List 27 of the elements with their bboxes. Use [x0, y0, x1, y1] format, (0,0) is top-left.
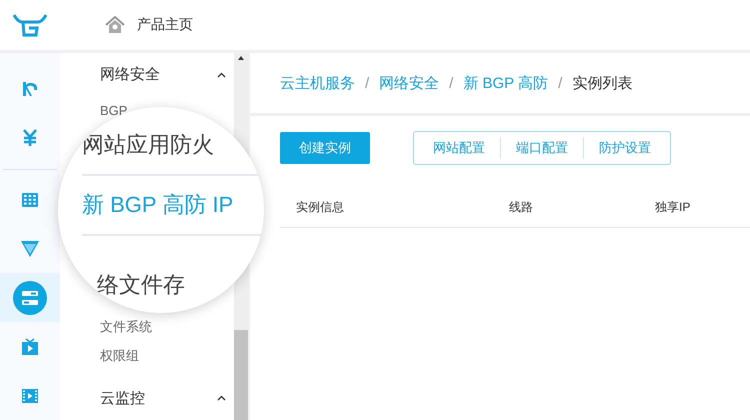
nav-item[interactable]: 权限组 [100, 347, 139, 366]
column-header: 独享IP [655, 198, 692, 216]
column-header: 线路 [509, 198, 534, 216]
caret-icon[interactable] [217, 395, 226, 402]
nav-group[interactable]: 云监控 [100, 388, 145, 408]
nav-item[interactable]: BGP [100, 103, 128, 118]
rail-item[interactable] [0, 273, 60, 322]
breadcrumb-separator: / [365, 74, 370, 92]
funnel-icon[interactable] [21, 240, 39, 257]
storage-icon[interactable] [13, 280, 47, 315]
caret-icon[interactable] [217, 72, 226, 78]
breadcrumb-separator: / [558, 74, 562, 92]
nav-group[interactable]: 网络安全 [100, 65, 160, 84]
brand-icon[interactable] [21, 80, 39, 98]
logo-icon[interactable] [12, 13, 48, 37]
tv-icon[interactable] [21, 338, 39, 356]
grid-icon[interactable] [22, 193, 38, 208]
breadcrumb-current: 实例列表 [572, 74, 632, 92]
home-title[interactable]: 产品主页 [137, 16, 193, 34]
yen-icon[interactable] [22, 129, 38, 148]
magnified-nav-item[interactable]: 络文件存 [97, 272, 185, 298]
film-icon[interactable] [21, 388, 39, 404]
nav-item[interactable]: 文件系统 [100, 318, 152, 336]
home-icon[interactable] [105, 16, 125, 34]
scrollbar-thumb[interactable] [234, 330, 248, 420]
breadcrumb-separator: / [449, 74, 454, 92]
column-header: 实例信息 [296, 198, 345, 216]
